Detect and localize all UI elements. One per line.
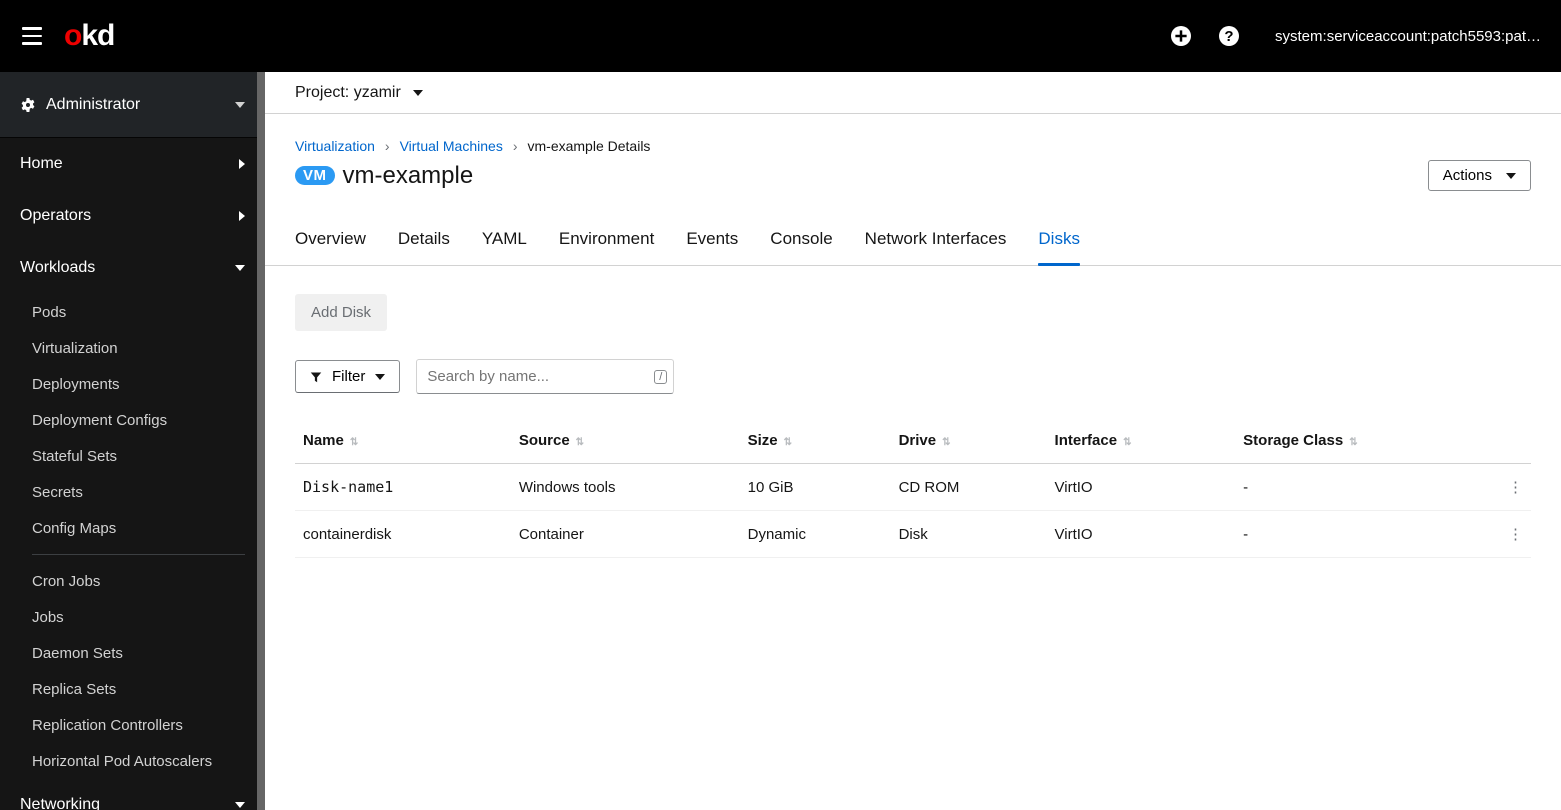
- search-kbd-hint: /: [654, 370, 667, 384]
- filter-icon: [310, 371, 322, 383]
- tab-console[interactable]: Console: [770, 219, 832, 265]
- table-row: containerdisk Container Dynamic Disk Vir…: [295, 511, 1531, 558]
- svg-text:?: ?: [1224, 28, 1233, 45]
- sidebar-item-deployment-configs[interactable]: Deployment Configs: [32, 402, 265, 438]
- breadcrumb-current: vm-example Details: [528, 138, 651, 154]
- user-menu[interactable]: system:serviceaccount:patch5593:pat…: [1275, 28, 1541, 45]
- cell-storage-class: -: [1235, 464, 1500, 511]
- cell-name: Disk-name1: [295, 464, 511, 511]
- main-content: Project: yzamir Virtualization › Virtual…: [265, 72, 1561, 810]
- sort-icon: ⇅: [350, 437, 358, 448]
- vm-badge: VM: [295, 166, 335, 185]
- tab-events[interactable]: Events: [686, 219, 738, 265]
- sort-icon: ⇅: [942, 437, 950, 448]
- chevron-right-icon: ›: [385, 138, 390, 154]
- hamburger-icon[interactable]: [12, 16, 52, 56]
- sidebar-item-deployments[interactable]: Deployments: [32, 366, 265, 402]
- col-storage-class[interactable]: Storage Class⇅: [1235, 418, 1500, 464]
- tab-network-interfaces[interactable]: Network Interfaces: [865, 219, 1007, 265]
- caret-down-icon: [413, 90, 423, 96]
- page-title: vm-example: [343, 162, 474, 190]
- sidebar-item-home[interactable]: Home: [0, 138, 265, 190]
- project-selector[interactable]: Project: yzamir: [295, 84, 423, 102]
- tab-environment[interactable]: Environment: [559, 219, 654, 265]
- sort-icon: ⇅: [1349, 437, 1357, 448]
- add-disk-button[interactable]: Add Disk: [295, 294, 387, 331]
- search-input-wrap: /: [416, 359, 674, 394]
- breadcrumb-virtual-machines[interactable]: Virtual Machines: [400, 138, 503, 154]
- col-size[interactable]: Size⇅: [740, 418, 891, 464]
- cell-source: Windows tools: [511, 464, 740, 511]
- sidebar: Administrator Home Operators Workloads P…: [0, 72, 265, 810]
- caret-down-icon: [1506, 173, 1516, 179]
- sidebar-item-workloads[interactable]: Workloads: [0, 242, 265, 294]
- tab-details[interactable]: Details: [398, 219, 450, 265]
- sidebar-item-operators[interactable]: Operators: [0, 190, 265, 242]
- sidebar-item-pods[interactable]: Pods: [32, 294, 265, 330]
- cell-interface: VirtIO: [1047, 511, 1236, 558]
- help-icon[interactable]: ?: [1219, 26, 1239, 46]
- col-source[interactable]: Source⇅: [511, 418, 740, 464]
- sidebar-item-config-maps[interactable]: Config Maps: [32, 510, 265, 546]
- masthead: okd ? system:serviceaccount:patch5593:pa…: [0, 0, 1561, 72]
- sidebar-item-networking[interactable]: Networking: [0, 779, 265, 810]
- breadcrumb-virtualization[interactable]: Virtualization: [295, 138, 375, 154]
- sort-icon: ⇅: [784, 437, 792, 448]
- sidebar-item-replica-sets[interactable]: Replica Sets: [32, 671, 265, 707]
- tab-yaml[interactable]: YAML: [482, 219, 527, 265]
- sidebar-item-jobs[interactable]: Jobs: [32, 599, 265, 635]
- cell-size: 10 GiB: [740, 464, 891, 511]
- caret-down-icon: [235, 802, 245, 808]
- tab-overview[interactable]: Overview: [295, 219, 366, 265]
- caret-down-icon: [235, 102, 245, 108]
- table-row: Disk-name1 Windows tools 10 GiB CD ROM V…: [295, 464, 1531, 511]
- actions-button[interactable]: Actions: [1428, 160, 1531, 191]
- cell-name: containerdisk: [295, 511, 511, 558]
- sidebar-item-replication-controllers[interactable]: Replication Controllers: [32, 707, 265, 743]
- sidebar-item-cron-jobs[interactable]: Cron Jobs: [32, 563, 265, 599]
- chevron-right-icon: [239, 211, 245, 221]
- perspective-switcher[interactable]: Administrator: [0, 72, 265, 138]
- project-bar: Project: yzamir: [265, 72, 1561, 114]
- caret-down-icon: [235, 265, 245, 271]
- tab-bar: Overview Details YAML Environment Events…: [265, 219, 1561, 266]
- cell-drive: Disk: [891, 511, 1047, 558]
- sidebar-item-daemon-sets[interactable]: Daemon Sets: [32, 635, 265, 671]
- disks-table: Name⇅ Source⇅ Size⇅ Drive⇅ Interface⇅ St…: [295, 418, 1531, 558]
- gear-icon: [20, 97, 36, 113]
- cell-interface: VirtIO: [1047, 464, 1236, 511]
- caret-down-icon: [375, 374, 385, 380]
- breadcrumb: Virtualization › Virtual Machines › vm-e…: [295, 138, 1531, 154]
- chevron-right-icon: ›: [513, 138, 518, 154]
- kebab-icon[interactable]: ⋮: [1500, 511, 1531, 558]
- chevron-right-icon: [239, 159, 245, 169]
- sidebar-item-stateful-sets[interactable]: Stateful Sets: [32, 438, 265, 474]
- col-drive[interactable]: Drive⇅: [891, 418, 1047, 464]
- search-input[interactable]: [417, 360, 673, 393]
- brand-logo[interactable]: okd: [64, 19, 114, 53]
- cell-storage-class: -: [1235, 511, 1500, 558]
- kebab-icon[interactable]: ⋮: [1500, 464, 1531, 511]
- sort-icon: ⇅: [576, 437, 584, 448]
- col-interface[interactable]: Interface⇅: [1047, 418, 1236, 464]
- tab-disks[interactable]: Disks: [1038, 219, 1080, 265]
- sidebar-divider: [32, 554, 245, 555]
- plus-icon[interactable]: [1171, 26, 1191, 46]
- perspective-label: Administrator: [46, 96, 140, 114]
- sort-icon: ⇅: [1123, 437, 1131, 448]
- cell-drive: CD ROM: [891, 464, 1047, 511]
- sidebar-item-hpa[interactable]: Horizontal Pod Autoscalers: [32, 743, 265, 779]
- cell-source: Container: [511, 511, 740, 558]
- sidebar-item-virtualization[interactable]: Virtualization: [32, 330, 265, 366]
- sidebar-item-secrets[interactable]: Secrets: [32, 474, 265, 510]
- cell-size: Dynamic: [740, 511, 891, 558]
- filter-button[interactable]: Filter: [295, 360, 400, 393]
- col-name[interactable]: Name⇅: [295, 418, 511, 464]
